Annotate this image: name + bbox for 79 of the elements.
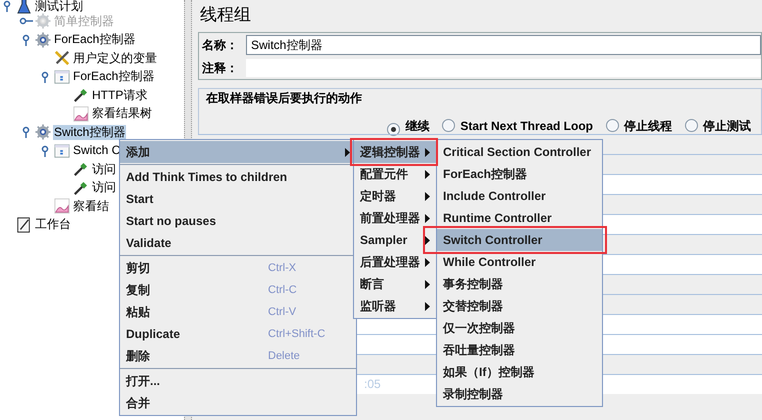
notepad-icon (16, 216, 32, 233)
shortcut-label: Ctrl-C (267, 282, 298, 298)
menu-item[interactable]: Switch Controller (437, 229, 602, 251)
tree-item[interactable]: 访问 (91, 180, 117, 196)
submenu-arrow-icon (425, 280, 430, 288)
menu-item[interactable]: 监听器 (354, 295, 436, 317)
flask-icon (16, 0, 32, 14)
pipette-icon (73, 180, 89, 196)
shortcut-label: Ctrl+Shift-C (267, 326, 326, 342)
submenu-arrow-icon (425, 214, 430, 222)
menu-item[interactable]: ForEach控制器 (437, 163, 602, 185)
shortcut-label: Delete (267, 348, 301, 364)
menu-item[interactable]: 如果（If）控制器 (437, 361, 602, 383)
submenu-arrow-icon (425, 170, 430, 178)
menu-item[interactable]: Duplicate Ctrl+Shift-C (120, 323, 356, 345)
menu-item[interactable]: 剪切 Ctrl-X (120, 257, 356, 279)
menu-item[interactable]: Runtime Controller (437, 207, 602, 229)
field-label: 名称： (202, 37, 239, 54)
menu-item[interactable]: 添加 (120, 141, 356, 163)
menu-item[interactable]: 录制控制器 (437, 383, 602, 405)
submenu-arrow-icon (425, 148, 430, 156)
tree-item[interactable]: 访问 (91, 162, 117, 177)
window-icon (54, 142, 70, 159)
menu-item[interactable]: 粘贴 Ctrl-V (120, 301, 356, 323)
tree-item[interactable]: Switch控制器 (53, 124, 126, 140)
radio-option[interactable]: 停止线程 (606, 117, 672, 136)
menu-item[interactable]: Start no pauses (120, 210, 356, 232)
field-value: :05 (364, 376, 381, 393)
submenu-arrow-icon (425, 258, 430, 266)
menu-item[interactable]: Include Controller (437, 185, 602, 207)
group-label: 在取样器错误后要执行的动作 (203, 89, 365, 107)
shortcut-label: Ctrl-V (267, 304, 298, 320)
field-label: 注释： (202, 60, 239, 77)
pipette-icon (73, 87, 89, 104)
submenu-arrow-icon (425, 236, 430, 244)
tree-item[interactable]: ForEach控制器 (72, 69, 156, 84)
menu-item[interactable]: Start (120, 188, 356, 210)
menu-item[interactable]: 事务控制器 (437, 273, 602, 295)
menu-item[interactable]: 吞吐量控制器 (437, 339, 602, 361)
tree-item[interactable]: 用户定义的变量 (72, 50, 158, 66)
menu-item[interactable]: Sampler (354, 229, 436, 251)
menu-item[interactable]: Critical Section Controller (437, 141, 602, 163)
gear-icon (35, 124, 51, 140)
submenu-arrow-icon (425, 192, 430, 200)
chart-icon (54, 198, 70, 214)
pipette-icon (73, 161, 89, 178)
chart-icon (73, 106, 89, 122)
menu-item[interactable]: 配置元件 (354, 163, 436, 185)
menu-item[interactable]: 后置处理器 (354, 251, 436, 273)
submenu-arrow-icon (425, 302, 430, 310)
menu-item[interactable]: 逻辑控制器 (354, 141, 436, 163)
comment-field[interactable] (246, 59, 761, 77)
menu-item[interactable]: 打开... (120, 370, 356, 392)
menu-item[interactable]: 前置处理器 (354, 207, 436, 229)
tree-item[interactable]: 察看结果树 (91, 106, 153, 122)
menu-item[interactable]: 删除 Delete (120, 345, 356, 367)
wrench-icon (54, 50, 70, 66)
tree-item[interactable]: 工作台 (34, 217, 72, 232)
radio-option[interactable]: 继续 (387, 117, 430, 136)
radio-option[interactable]: Start Next Thread Loop (442, 117, 593, 136)
gear-icon (35, 32, 51, 48)
tree-item[interactable]: 察看结 (72, 198, 110, 214)
tree-item[interactable]: HTTP请求 (91, 88, 148, 103)
menu-item[interactable]: While Controller (437, 251, 602, 273)
menu-item[interactable]: 复制 Ctrl-C (120, 279, 356, 301)
menu-item[interactable]: 交替控制器 (437, 295, 602, 317)
menu-item[interactable]: 合并 (120, 392, 356, 414)
name-field[interactable]: Switch控制器 (246, 35, 761, 55)
window-icon (54, 68, 70, 85)
shortcut-label: Ctrl-X (267, 260, 298, 276)
radio-option[interactable]: 停止测试 (685, 117, 751, 136)
menu-item[interactable]: Validate (120, 232, 356, 254)
menu-item[interactable]: Add Think Times to children (120, 166, 356, 188)
menu-item[interactable]: 仅一次控制器 (437, 317, 602, 339)
menu-item[interactable]: 断言 (354, 273, 436, 295)
panel-title: 线程组 (200, 4, 252, 26)
tree-item[interactable]: ForEach控制器 (53, 32, 136, 48)
menu-item[interactable]: 定时器 (354, 185, 436, 207)
gear-icon (35, 13, 51, 30)
